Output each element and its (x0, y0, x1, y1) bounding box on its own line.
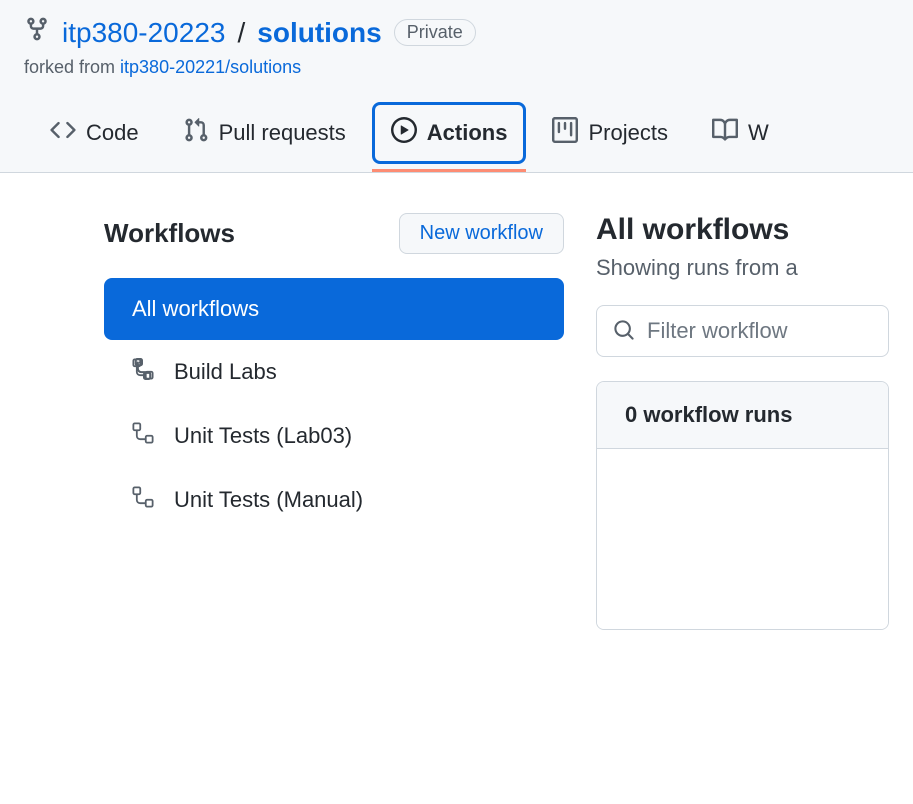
tab-projects-label: Projects (588, 120, 667, 146)
runs-header: 0 workflow runs (597, 382, 888, 449)
code-icon (50, 117, 76, 149)
main-subtitle: Showing runs from a (596, 255, 889, 281)
sidebar-title: Workflows (104, 218, 235, 249)
workflow-item-label: Build Labs (174, 359, 277, 385)
tab-wiki-label: W (748, 120, 769, 146)
tab-code-label: Code (86, 120, 139, 146)
repo-tabs: Code Pull requests Actions (24, 102, 889, 172)
sidebar-header: Workflows New workflow (104, 213, 564, 254)
repo-owner-link[interactable]: itp380-20223 (62, 17, 225, 49)
tab-projects[interactable]: Projects (534, 102, 685, 164)
forked-from: forked from itp380-20221/solutions (24, 57, 889, 78)
runs-panel: 0 workflow runs (596, 381, 889, 630)
forked-from-label: forked from (24, 57, 120, 77)
workflow-item-label: All workflows (132, 296, 259, 322)
tab-wiki[interactable]: W (694, 102, 787, 164)
repo-header: itp380-20223 / solutions Private forked … (0, 0, 913, 173)
repo-slash: / (237, 17, 245, 49)
tab-code[interactable]: Code (32, 102, 157, 164)
repo-name-link[interactable]: solutions (257, 17, 381, 49)
main-title: All workflows (596, 213, 889, 247)
workflows-sidebar: Workflows New workflow All workflows Bui… (24, 213, 564, 630)
runs-body (597, 449, 888, 629)
tab-actions[interactable]: Actions (372, 102, 527, 164)
workflow-icon (132, 486, 154, 514)
workflow-list: All workflows Build Labs (104, 278, 564, 532)
workflow-item-unit-tests-lab03[interactable]: Unit Tests (Lab03) (104, 404, 564, 468)
search-icon (613, 319, 635, 344)
book-icon (712, 117, 738, 149)
tab-pull-requests[interactable]: Pull requests (165, 102, 364, 164)
search-box[interactable] (596, 305, 889, 357)
workflow-item-all[interactable]: All workflows (104, 278, 564, 340)
workflow-item-label: Unit Tests (Manual) (174, 487, 363, 513)
search-input[interactable] (647, 318, 889, 344)
forked-from-link[interactable]: itp380-20221/solutions (120, 57, 301, 77)
play-icon (391, 117, 417, 149)
workflow-item-label: Unit Tests (Lab03) (174, 423, 352, 449)
projects-icon (552, 117, 578, 149)
workflow-item-unit-tests-manual[interactable]: Unit Tests (Manual) (104, 468, 564, 532)
pull-request-icon (183, 117, 209, 149)
tab-actions-label: Actions (427, 120, 508, 146)
fork-icon (24, 16, 50, 49)
workflow-icon (132, 422, 154, 450)
new-workflow-button[interactable]: New workflow (399, 213, 564, 254)
main-panel: All workflows Showing runs from a 0 work… (596, 213, 889, 630)
tab-pull-requests-label: Pull requests (219, 120, 346, 146)
workflow-item-build-labs[interactable]: Build Labs (104, 340, 564, 404)
workflow-icon (132, 358, 154, 386)
content: Workflows New workflow All workflows Bui… (0, 173, 913, 670)
visibility-badge: Private (394, 19, 476, 46)
repo-title-row: itp380-20223 / solutions Private (24, 16, 889, 49)
